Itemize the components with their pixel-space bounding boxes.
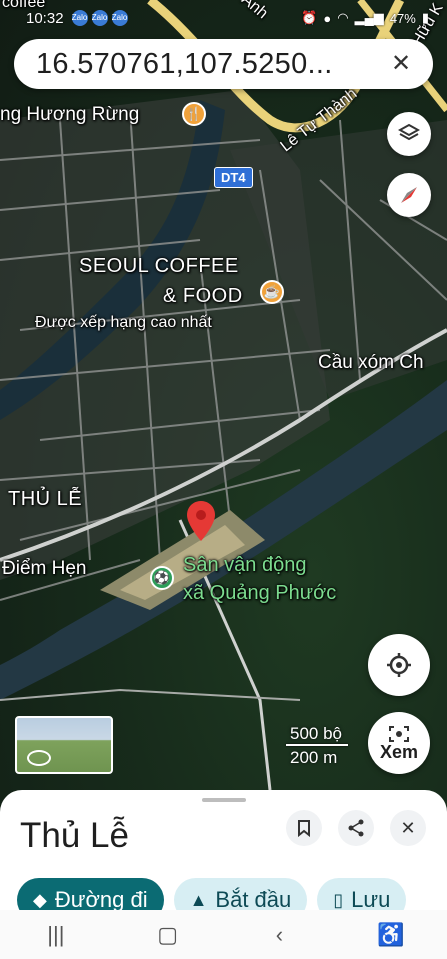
scale-metric: 200 m [290,748,338,767]
start-label: Bắt đầu [215,887,292,910]
battery-icon: ▮ [421,10,429,25]
search-box[interactable]: 16.570761,107.5250... ✕ [14,39,433,89]
map-scale: 500 bộ 200 m [286,722,348,770]
system-nav-bar: ||| ▢ ‹ ♿ [0,910,447,959]
map-label-huong-rung: ng Hương Rừng [0,104,140,125]
save-label: Lưu [351,887,391,910]
place-sheet[interactable]: Thủ Lễ ✕ ◆ Đường đi ▲ Bắt đầu ▯ Lưu [0,790,447,910]
save-chip-button[interactable]: ▯ Lưu [317,878,407,910]
layers-button[interactable] [387,112,431,156]
zalo-icon: Zalo [91,10,108,26]
battery-level: 47% [389,10,416,26]
search-input[interactable]: 16.570761,107.5250... [36,48,387,81]
map-label-diem-hen: Điểm Hẹn [2,558,87,579]
drag-handle[interactable] [202,798,246,802]
my-location-button[interactable] [368,634,430,696]
camera-scan-icon [389,726,409,742]
home-icon[interactable]: ▢ [138,915,198,955]
map-label-seoul-food[interactable]: & FOOD [163,285,243,308]
zalo-icon: Zalo [111,10,128,26]
status-time: 10:32 [26,9,64,27]
bookmark-icon: ▯ [333,889,344,910]
share-button[interactable] [338,810,374,846]
close-sheet-button[interactable]: ✕ [390,810,426,846]
save-button[interactable] [286,810,322,846]
map-label-cau-xom: Cầu xóm Ch [318,352,424,373]
restaurant-icon[interactable]: 🍴 [182,102,206,126]
accessibility-icon[interactable]: ♿ [361,915,421,955]
directions-label: Đường đi [54,887,148,910]
signal-icon: ▂▄▆ [354,10,384,25]
status-bar: 10:32 Zalo Zalo Zalo ⏰ ● ◠ ▂▄▆ 47% ▮ [0,0,447,36]
map-label-top-rated: Được xếp hạng cao nhất [35,314,212,331]
cafe-icon[interactable]: ☕ [260,280,284,304]
start-button[interactable]: ▲ Bắt đầu [173,878,308,910]
crosshair-icon [387,653,411,677]
stadium-icon[interactable]: ⚽ [150,566,174,590]
road-shield-dt4: DT4 [214,167,253,188]
directions-icon: ◆ [33,889,47,910]
back-icon[interactable]: ‹ [249,915,309,955]
action-chips: ◆ Đường đi ▲ Bắt đầu ▯ Lưu [17,878,407,910]
street-view-button[interactable]: Xem [368,712,430,774]
share-icon [348,819,364,837]
location-icon: ● [323,10,332,26]
street-view-thumbnail[interactable] [15,716,113,774]
rotate-360-icon [27,750,51,766]
compass-icon [401,187,417,203]
recent-apps-icon[interactable]: ||| [26,915,86,955]
alarm-icon: ⏰ [301,10,318,25]
street-view-label: Xem [379,742,419,762]
place-title: Thủ Lễ [20,816,129,855]
wifi-icon: ◠ [337,10,349,25]
navigation-arrow-icon: ▲ [189,889,208,910]
close-icon: ✕ [400,817,416,838]
location-pin-icon[interactable] [187,501,215,541]
map-label-thu-le: THỦ LỄ [8,488,83,510]
layers-icon [398,123,420,141]
map-label-stadium-line1[interactable]: Sân vận động [183,552,306,578]
bookmark-icon [298,820,310,837]
scale-bar [286,744,348,746]
zalo-icon: Zalo [71,10,88,26]
map-label-stadium-line2[interactable]: xã Quảng Phước [183,580,336,606]
compass-button[interactable] [387,173,431,217]
scale-imperial: 500 bộ [290,724,342,743]
close-icon[interactable]: ✕ [387,50,415,78]
directions-button[interactable]: ◆ Đường đi [17,878,164,910]
map-label-seoul-coffee[interactable]: SEOUL COFFEE [79,255,239,278]
